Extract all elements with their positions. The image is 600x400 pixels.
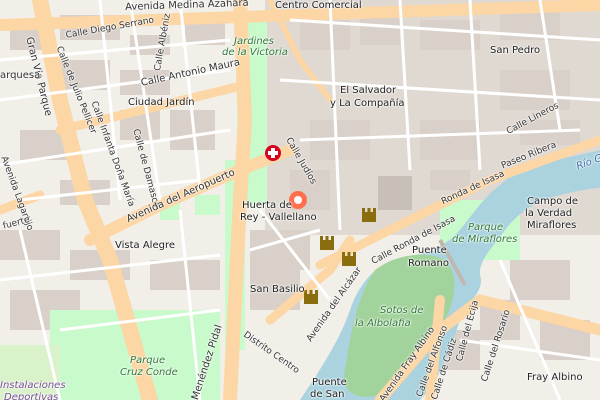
label-fray-albino: Fray Albino <box>527 372 583 383</box>
castle-icon[interactable] <box>342 252 356 266</box>
label-campo-3: Miraflores <box>527 220 577 231</box>
label-puente-de-san-1: Puente <box>312 377 347 388</box>
label-el-salvador-1: El Salvador <box>340 85 397 96</box>
label-huerta-1: Huerta de <box>242 200 292 211</box>
map-canvas[interactable]: Centro Comercial El Salvador y La Compañ… <box>0 0 600 400</box>
label-san-basilio: San Basilio <box>250 284 305 295</box>
label-cruz-conde-1: Parque <box>130 355 166 366</box>
label-vista-alegre: Vista Alegre <box>115 240 175 251</box>
label-jardines-1: Jardines <box>234 36 275 47</box>
label-el-salvador-2: y La Compañía <box>330 98 405 109</box>
castle-icon[interactable] <box>304 290 318 304</box>
label-san-pedro: San Pedro <box>490 45 541 56</box>
label-instalaciones-2: Deportivas <box>4 392 59 400</box>
label-cruz-conde-2: Cruz Conde <box>120 367 178 378</box>
label-arquesa: arquesa <box>0 70 41 81</box>
label-huerta-2: Rey - Vallellano <box>240 212 317 223</box>
label-jardines-2: de la Victoria <box>222 47 288 58</box>
map-base-layer <box>0 0 600 400</box>
label-instalaciones-1: Instalaciones <box>0 380 66 391</box>
label-miraflores-2: de Miraflores <box>452 234 518 245</box>
label-puente-romano-2: Romano <box>408 258 449 269</box>
label-puente-romano-1: Puente <box>412 245 447 256</box>
hospital-icon[interactable] <box>265 145 281 161</box>
castle-icon[interactable] <box>320 236 334 250</box>
mezquita-block <box>378 176 412 210</box>
label-sotos-1: Sotos de <box>380 305 424 316</box>
castle-icon[interactable] <box>362 208 376 222</box>
label-centro-comercial: Centro Comercial <box>275 0 362 11</box>
label-campo-1: Campo de <box>527 196 578 207</box>
label-ciudad-jardin: Ciudad Jardín <box>128 97 195 108</box>
label-puente-de-san-2: de San <box>310 389 345 400</box>
label-sotos-2: la Albolafia <box>355 318 411 329</box>
label-miraflores-1: Parque <box>468 222 504 233</box>
label-campo-2: la Verdad <box>525 208 573 219</box>
